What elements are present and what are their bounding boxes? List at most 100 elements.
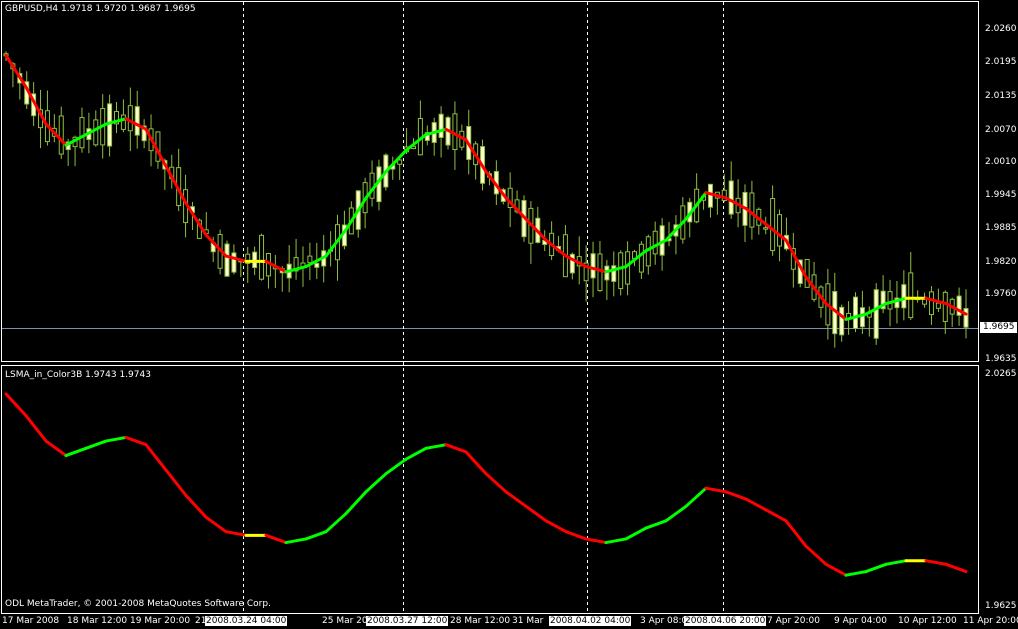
time-label: 17 Mar 2008 [2, 616, 60, 626]
candle-body [908, 272, 914, 319]
lsma-ind-segment [924, 559, 948, 566]
candlesticks [3, 51, 969, 348]
candle-body [901, 284, 907, 309]
lsma-ind-segment [144, 443, 168, 472]
lsma-ind-segment [804, 544, 828, 566]
price-label: 2.0195 [985, 57, 1017, 67]
candle-body [618, 252, 624, 290]
time-label: 28 Mar 12:00 [450, 616, 511, 626]
lsma-ind-segment [504, 490, 528, 508]
indicator-frame [1, 365, 979, 614]
candle-body [314, 262, 320, 268]
lsma-main-segment [404, 133, 428, 152]
candle-body [231, 252, 237, 273]
time-label-highlight: 2008.03.27 12:00 [366, 616, 449, 626]
lsma-ind-segment [784, 519, 808, 548]
lsma-ind-segment [284, 537, 308, 545]
lsma-ind-segment [44, 439, 68, 458]
lsma-ind-segment [644, 519, 668, 530]
lsma-ind-segment [624, 526, 648, 541]
time-label: 10 Apr 12:00 [898, 616, 957, 626]
lsma-ind-segment [584, 537, 608, 545]
time-label: 19 Mar 20:00 [130, 616, 191, 626]
lsma-ind-segment [104, 435, 128, 443]
time-label: 11 Apr 20:00 [963, 616, 1018, 626]
candle-body [127, 105, 133, 132]
price-label: 2.0260 [985, 24, 1017, 34]
lsma-main-segment [364, 170, 388, 200]
candle-body [307, 255, 313, 264]
lsma-ind-segment [344, 490, 368, 516]
time-label-highlight: 2008.04.02 04:00 [549, 616, 632, 626]
lsma-ind-segment [724, 490, 748, 501]
period-separators [243, 2, 724, 613]
lsma-ind-segment [404, 446, 428, 461]
lsma-ind-segment [844, 570, 868, 577]
lsma-indicator-line [4, 392, 968, 577]
candle-body [763, 227, 769, 230]
lsma-ind-segment [664, 504, 688, 523]
lsma-ind-segment [544, 519, 568, 534]
time-label: 25 Mar 20 [322, 616, 368, 626]
lsma-ind-segment [824, 562, 848, 577]
price-label: 2.0010 [985, 157, 1017, 167]
price-label: 1.9820 [985, 257, 1017, 267]
time-label: 9 Apr 04:00 [834, 616, 887, 626]
candle-body [887, 291, 893, 310]
candle-body [590, 253, 596, 279]
lsma-ind-segment [604, 537, 628, 545]
candle-body [749, 192, 755, 228]
candle-body [93, 119, 99, 146]
indicator-price-label: 1.9625 [985, 601, 1017, 611]
candle-body [79, 117, 85, 149]
candle-body [134, 106, 140, 136]
candle-body [873, 289, 879, 339]
candle-body [438, 113, 444, 138]
lsma-ind-segment [84, 439, 108, 450]
candle-body [852, 296, 858, 329]
candle-body [652, 230, 658, 255]
lsma-ind-segment [204, 515, 228, 534]
candle-body [597, 253, 603, 292]
lsma-ind-segment [164, 468, 188, 497]
time-label: 31 Mar [512, 616, 544, 626]
lsma-ind-segment [444, 443, 468, 454]
lsma-ind-segment [684, 486, 708, 508]
current-price-badge: 1.9695 [980, 322, 1017, 333]
price-label: 2.0070 [985, 125, 1017, 135]
copyright-text: ODL MetaTrader, © 2001-2008 MetaQuotes S… [5, 599, 271, 609]
lsma-main-segment [764, 222, 788, 242]
candle-body [120, 114, 126, 130]
candle-body [839, 306, 845, 336]
candle-body [58, 115, 64, 155]
lsma-ind-segment [24, 414, 48, 443]
time-label: 7 Apr 20:00 [767, 616, 820, 626]
lsma-ind-segment [484, 472, 508, 494]
price-label: 1.9945 [985, 190, 1017, 200]
lsma-main-segment [164, 164, 188, 205]
price-label: 1.9635 [985, 354, 1017, 364]
time-label-highlight: 2008.03.24 04:00 [205, 616, 288, 626]
lsma-ind-segment [184, 493, 208, 519]
price-label: 1.9760 [985, 289, 1017, 299]
lsma-ind-segment [4, 392, 28, 418]
candle-body [804, 258, 810, 288]
lsma-main-segment [564, 254, 588, 269]
lsma-main-segment [204, 233, 228, 258]
time-label-highlight: 2008.04.06 20:00 [684, 616, 767, 626]
indicator-price-label: 2.0265 [985, 369, 1017, 379]
lsma-main-segment [4, 53, 28, 89]
candle-body [638, 243, 644, 273]
lsma-ind-segment [124, 435, 148, 447]
candle-body [859, 307, 865, 328]
price-label: 1.9885 [985, 223, 1017, 233]
lsma-ind-segment [324, 512, 348, 534]
lsma-ind-segment [564, 530, 588, 541]
lsma-ind-segment [364, 472, 388, 494]
candle-body [935, 302, 941, 309]
lsma-ind-segment [64, 446, 88, 458]
lsma-ind-segment [884, 559, 908, 566]
time-label: 3 Apr 08:0 [640, 616, 688, 626]
candle-body [728, 180, 734, 215]
lsma-ind-segment [464, 450, 488, 476]
